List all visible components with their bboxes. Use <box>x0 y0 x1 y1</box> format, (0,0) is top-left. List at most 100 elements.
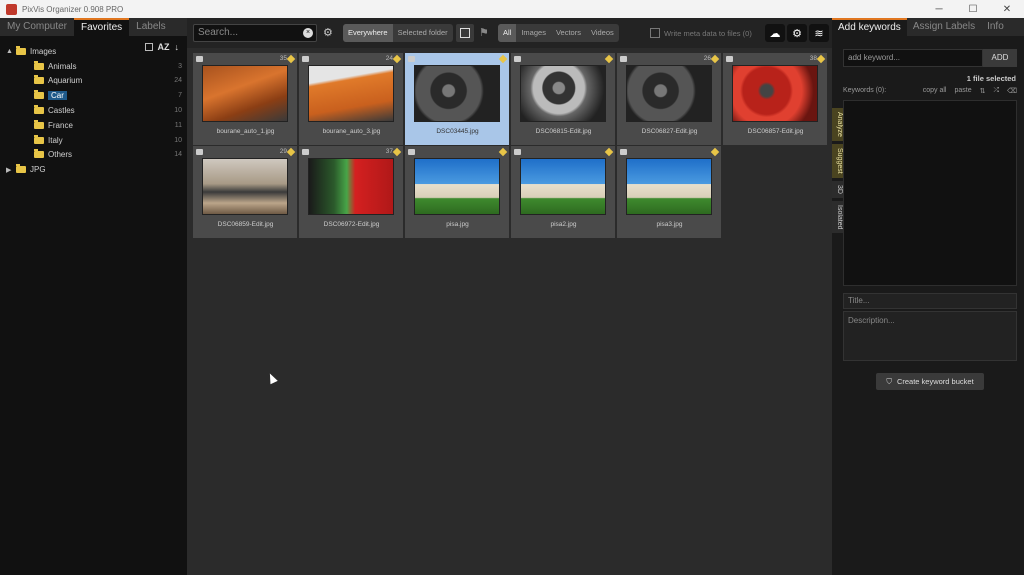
thumbnail-item[interactable]: 37 DSC06972-Edit.jpg <box>299 146 404 238</box>
tree-item-label: Others <box>48 150 73 160</box>
thumbnail-image <box>414 158 500 215</box>
thumbnail-item[interactable]: DSC06815-Edit.jpg <box>511 53 616 145</box>
thumbnail-item[interactable]: 38 DSC06857-Edit.jpg <box>723 53 828 145</box>
keywords-list[interactable] <box>843 100 1017 286</box>
thumbnail-item[interactable]: pisa3.jpg <box>617 146 722 238</box>
close-button[interactable]: ✕ <box>990 0 1024 18</box>
thumbnail-item[interactable]: 29 DSC06859-Edit.jpg <box>193 146 298 238</box>
tree-item-others[interactable]: Others 14 <box>6 148 184 163</box>
thumbnail-item[interactable]: 26 DSC06827-Edit.jpg <box>617 53 722 145</box>
left-panel: My Computer Favorites Labels AZ ↓ ▲ Image… <box>0 18 187 575</box>
thumbnail-item[interactable]: 24 bourane_auto_3.jpg <box>299 53 404 145</box>
thumbnail-image <box>520 65 606 122</box>
toolbar: Search... × ⚙ Everywhere Selected folder… <box>187 18 832 48</box>
scope-toggle: Everywhere Selected folder <box>343 24 453 42</box>
title-field[interactable]: Title... <box>843 293 1017 309</box>
thumbnail-item[interactable]: pisa.jpg <box>405 146 510 238</box>
tree-item-castles[interactable]: Castles 10 <box>6 103 184 118</box>
create-keyword-bucket-button[interactable]: ⛉ Create keyword bucket <box>876 373 984 390</box>
tab-assign-labels[interactable]: Assign Labels <box>907 18 981 36</box>
file-name: DSC03445.jpg <box>436 128 479 135</box>
file-name: DSC06857-Edit.jpg <box>747 128 804 135</box>
filter-videos[interactable]: Videos <box>586 24 619 42</box>
folder-icon <box>34 60 44 70</box>
tab-my-computer[interactable]: My Computer <box>0 18 74 36</box>
folder-icon <box>34 105 44 115</box>
copy-all-link[interactable]: copy all <box>923 87 947 95</box>
tree-item-jpg[interactable]: ▶ JPG <box>6 162 184 177</box>
save-icon <box>650 28 660 38</box>
tab-add-keywords[interactable]: Add keywords <box>832 18 907 36</box>
folder-icon <box>34 90 44 100</box>
side-tab-suggest[interactable]: Suggest <box>832 143 843 178</box>
tree-item-italy[interactable]: Italy 10 <box>6 133 184 148</box>
tab-labels[interactable]: Labels <box>129 18 172 36</box>
write-meta-button[interactable]: Write meta data to files (0) <box>650 24 752 42</box>
tag-icon <box>286 54 296 64</box>
tree-item-count: 7 <box>178 92 182 100</box>
keyword-input[interactable]: add keyword... <box>843 49 983 67</box>
folder-icon <box>34 119 44 129</box>
database-button[interactable]: ≋ <box>809 24 829 42</box>
tree-item-images[interactable]: ▲ Images <box>6 44 184 59</box>
tag-icon <box>498 147 508 157</box>
thumbnail-image <box>202 158 288 215</box>
sort-icon[interactable]: ⇅ <box>980 87 986 95</box>
tree-item-count: 10 <box>174 107 182 115</box>
select-mode-button[interactable] <box>456 24 474 42</box>
search-input[interactable]: Search... × <box>193 24 317 42</box>
file-name: pisa.jpg <box>446 221 469 228</box>
expand-down-icon[interactable]: ▲ <box>6 48 14 55</box>
tree-item-france[interactable]: France 11 <box>6 118 184 133</box>
clear-search-icon[interactable]: × <box>303 28 313 38</box>
description-field[interactable]: Description... <box>843 311 1017 361</box>
tab-favorites[interactable]: Favorites <box>74 18 130 36</box>
thumbnail-image <box>202 65 288 122</box>
add-keyword-button[interactable]: ADD <box>983 49 1017 67</box>
thumbnail-item[interactable]: DSC03445.jpg <box>405 53 510 145</box>
side-tab-3d[interactable]: 3D <box>832 180 843 198</box>
search-options-icon[interactable]: ⚙ <box>323 26 333 39</box>
minimize-button[interactable]: ─ <box>922 0 956 18</box>
file-name: bourane_auto_1.jpg <box>216 128 275 135</box>
tree-item-label: France <box>48 120 73 130</box>
expand-right-icon[interactable]: ▶ <box>6 166 14 174</box>
clear-icon[interactable]: ⌫ <box>1007 87 1017 95</box>
title-bar: PixVis Organizer 0.908 PRO ─ ☐ ✕ <box>0 0 1024 18</box>
thumbnail-image <box>308 158 394 215</box>
files-selected-label: 1 file selected <box>966 74 1016 83</box>
tag-icon <box>604 54 614 64</box>
tree-item-count: 24 <box>174 77 182 85</box>
shuffle-icon[interactable]: ⤮ <box>993 87 999 95</box>
side-tab-analyze[interactable]: Analyze <box>832 108 843 141</box>
paste-link[interactable]: paste <box>954 87 971 95</box>
tree-item-aquarium[interactable]: Aquarium 24 <box>6 74 184 89</box>
folder-icon <box>34 149 44 159</box>
side-tab-isolated[interactable]: Isolated <box>832 200 843 234</box>
folder-icon <box>34 75 44 85</box>
tree-item-animals[interactable]: Animals 3 <box>6 59 184 74</box>
thumbnail-item[interactable]: 35 bourane_auto_1.jpg <box>193 53 298 145</box>
scope-everywhere[interactable]: Everywhere <box>343 24 393 42</box>
tree-item-car[interactable]: Car 7 <box>6 88 184 103</box>
bucket-label: Create keyword bucket <box>896 377 974 386</box>
file-name: pisa3.jpg <box>656 221 683 228</box>
maximize-button[interactable]: ☐ <box>956 0 990 18</box>
thumbnail-item[interactable]: pisa2.jpg <box>511 146 616 238</box>
camera-icon <box>302 149 309 155</box>
app-icon <box>6 3 17 15</box>
settings-button[interactable]: ⚙ <box>787 24 807 42</box>
camera-icon <box>620 56 627 62</box>
tab-info[interactable]: Info <box>981 18 1010 36</box>
tag-icon <box>392 147 402 157</box>
flag-icon[interactable]: ⚑ <box>479 26 489 39</box>
thumbnail-image <box>626 65 712 122</box>
filter-images[interactable]: Images <box>516 24 551 42</box>
filter-all[interactable]: All <box>498 24 517 42</box>
tree-item-count: 14 <box>174 151 182 159</box>
cloud-upload-button[interactable]: ☁ <box>765 24 785 42</box>
file-name: DSC06815-Edit.jpg <box>535 128 592 135</box>
filter-vectors[interactable]: Vectors <box>551 24 586 42</box>
scope-selected-folder[interactable]: Selected folder <box>393 24 453 42</box>
tag-icon <box>710 147 720 157</box>
